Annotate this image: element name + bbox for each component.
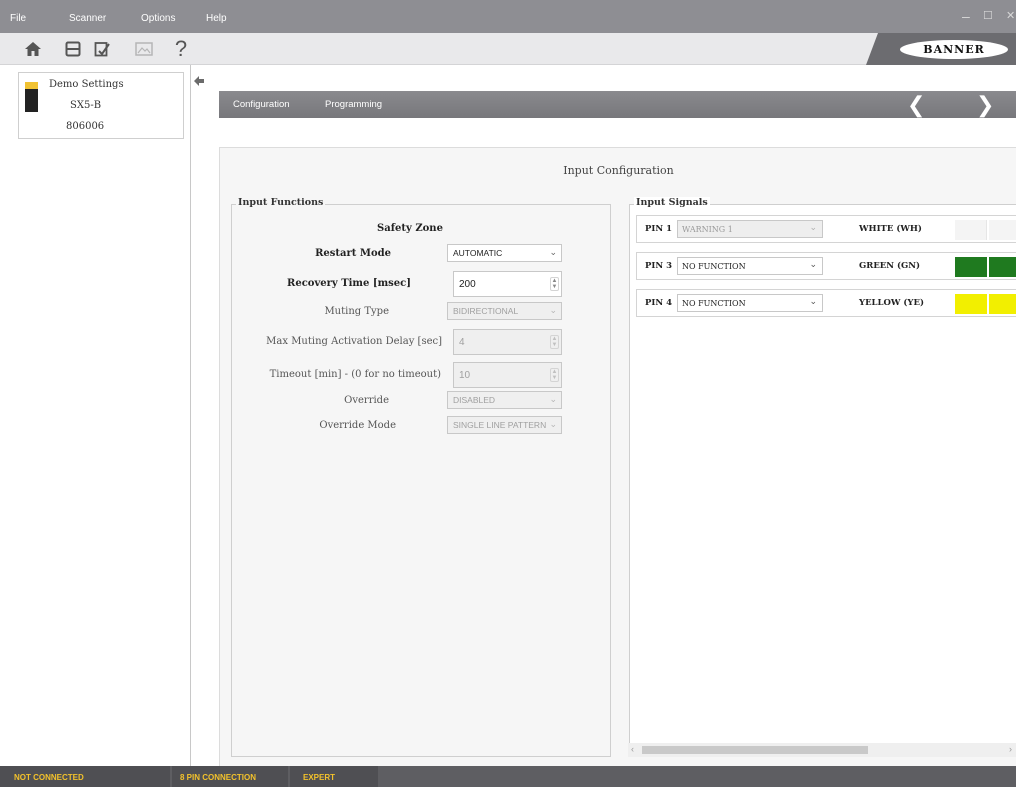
main-content: Input Configuration Input Functions Safe… (219, 147, 1016, 766)
timeout-spinner[interactable]: 10 ▲ ▼ (453, 362, 562, 388)
pin-label: PIN 3 (645, 261, 673, 271)
save-icon[interactable] (60, 36, 86, 62)
device-model: SX5-B (70, 100, 102, 111)
input-functions-title: Input Functions (236, 197, 326, 208)
menu-help[interactable]: Help (206, 13, 227, 24)
home-icon[interactable] (20, 36, 46, 62)
recovery-time-label: Recovery Time [msec] (287, 278, 411, 289)
wire-color-label: WHITE (WH) (859, 224, 922, 234)
wire-color-label: YELLOW (YE) (859, 298, 924, 308)
input-functions-group: Input Functions Safety Zone Restart Mode… (231, 197, 611, 757)
muting-type-select[interactable]: BIDIRECTIONAL ⌄ (447, 302, 562, 320)
chevron-down-icon: ⌄ (549, 305, 557, 315)
input-signals-title: Input Signals (634, 197, 710, 208)
horizontal-scrollbar[interactable]: ‹ › (628, 743, 1016, 757)
pin-row: PIN 4 NO FUNCTION ⌄ YELLOW (YE) (636, 289, 1016, 317)
spinner-arrows-icon[interactable]: ▲ ▼ (550, 277, 559, 291)
scanner-device-icon (25, 82, 38, 112)
pin-connection-status: 8 PIN CONNECTION (180, 773, 257, 782)
tab-programming[interactable]: Programming (325, 99, 382, 110)
pin-row: PIN 1 WARNING 1 ⌄ WHITE (WH) (636, 215, 1016, 243)
device-panel: Demo Settings SX5-B 806006 (0, 65, 191, 766)
scroll-right-icon[interactable]: › (1009, 744, 1012, 754)
tab-configuration[interactable]: Configuration (233, 99, 290, 110)
muting-type-label: Muting Type (324, 306, 389, 317)
wire-color-swatch (955, 257, 987, 277)
input-signals-group: Input Signals PIN 1 WARNING 1 ⌄ WHITE (W… (629, 197, 1016, 744)
chevron-down-icon: ⌄ (549, 419, 557, 429)
help-icon[interactable]: ? (168, 36, 194, 62)
max-muting-delay-spinner[interactable]: 4 ▲ ▼ (453, 329, 562, 355)
override-mode-label: Override Mode (319, 420, 396, 431)
scrollbar-thumb[interactable] (642, 746, 868, 754)
chevron-down-icon: ⌄ (809, 223, 817, 233)
pin-1-function-select[interactable]: WARNING 1 ⌄ (677, 220, 823, 238)
device-name: Demo Settings (49, 79, 124, 90)
override-mode-select[interactable]: SINGLE LINE PATTERN ⌄ (447, 416, 562, 434)
menu-bar: File Scanner Options Help – ☐ ✕ (0, 0, 1016, 33)
device-serial: 806006 (66, 121, 105, 132)
chevron-down-icon: ⌄ (549, 247, 557, 257)
restart-mode-select[interactable]: AUTOMATIC ⌄ (447, 244, 562, 262)
pin-3-function-select[interactable]: NO FUNCTION ⌄ (677, 257, 823, 275)
timeout-label: Timeout [min] - (0 for no timeout) (269, 369, 441, 380)
override-label: Override (344, 395, 389, 406)
menu-options[interactable]: Options (141, 13, 175, 24)
pin-row: PIN 3 NO FUNCTION ⌄ GREEN (GN) (636, 252, 1016, 280)
collapse-panel-icon[interactable] (193, 75, 207, 89)
toolbar: ? (0, 33, 1016, 65)
close-icon[interactable]: ✕ (1006, 9, 1015, 22)
edit-document-icon[interactable] (89, 36, 115, 62)
page-title: Input Configuration (563, 164, 674, 177)
previous-arrow-icon[interactable]: ❮ (907, 93, 925, 118)
pin-label: PIN 1 (645, 224, 673, 234)
restart-mode-label: Restart Mode (315, 248, 391, 259)
status-bar: NOT CONNECTED 8 PIN CONNECTION EXPERT (0, 766, 1016, 787)
pin-label: PIN 4 (645, 298, 673, 308)
wire-color-swatch (989, 257, 1016, 277)
menu-scanner[interactable]: Scanner (69, 13, 106, 24)
device-card[interactable]: Demo Settings SX5-B 806006 (18, 72, 184, 139)
wire-color-swatch (955, 294, 987, 314)
image-icon[interactable] (131, 36, 157, 62)
override-select[interactable]: DISABLED ⌄ (447, 391, 562, 409)
connection-status: NOT CONNECTED (14, 773, 84, 782)
recovery-time-spinner[interactable]: 200 ▲ ▼ (453, 271, 562, 297)
max-muting-delay-label: Max Muting Activation Delay [sec] (266, 336, 442, 347)
wire-color-swatch (989, 294, 1016, 314)
safety-zone-title: Safety Zone (377, 223, 443, 234)
scroll-left-icon[interactable]: ‹ (631, 744, 634, 754)
logo-text: BANNER (923, 43, 985, 56)
chevron-down-icon: ⌄ (809, 297, 817, 307)
user-level-status: EXPERT (303, 773, 336, 782)
chevron-down-icon: ⌄ (809, 260, 817, 270)
minimize-icon[interactable]: – (962, 8, 970, 24)
menu-file[interactable]: File (10, 13, 26, 24)
next-arrow-icon[interactable]: ❯ (976, 93, 994, 118)
wire-color-swatch (989, 220, 1016, 240)
pin-4-function-select[interactable]: NO FUNCTION ⌄ (677, 294, 823, 312)
wire-color-swatch (955, 220, 987, 240)
tab-bar: Configuration Programming ❮ ❯ (219, 91, 1016, 118)
spinner-arrows-icon[interactable]: ▲ ▼ (550, 368, 559, 382)
chevron-down-icon: ⌄ (549, 394, 557, 404)
wire-color-label: GREEN (GN) (859, 261, 921, 271)
spinner-arrows-icon[interactable]: ▲ ▼ (550, 335, 559, 349)
banner-logo: BANNER (866, 33, 1016, 65)
restore-icon[interactable]: ☐ (983, 9, 993, 22)
